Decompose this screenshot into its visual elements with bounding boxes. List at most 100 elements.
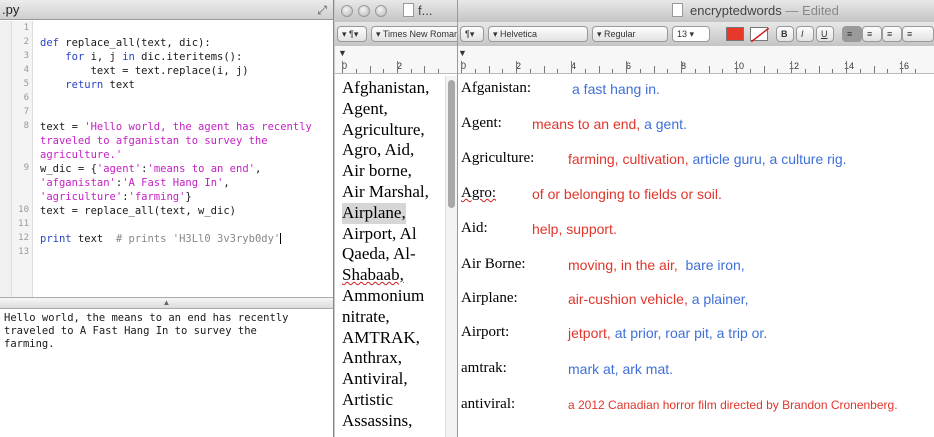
line-number: 7 bbox=[23, 107, 29, 117]
entry-term: Agro: bbox=[461, 185, 496, 201]
encrypted-format-bar: ¶▾ ▾ Helvetica ▾ Regular 13 ▾ B I U ≡ ≡ … bbox=[458, 22, 934, 46]
entry-term: Afganistan: bbox=[461, 80, 531, 96]
pane-splitter[interactable]: ▲ bbox=[0, 297, 333, 309]
document-icon bbox=[403, 3, 414, 17]
word-line: Artistic bbox=[342, 389, 393, 409]
word-line: Qaeda, Al- bbox=[342, 244, 416, 264]
entry-term: Agriculture: bbox=[461, 150, 535, 166]
line-number: 5 bbox=[23, 79, 29, 89]
entry-definition: means to an end, a gent. bbox=[532, 116, 687, 132]
font-size-field[interactable]: 13 ▾ bbox=[672, 26, 710, 42]
entry-definition: farming, cultivation, article guru, a cu… bbox=[568, 151, 847, 167]
wordlist-title: f... bbox=[418, 3, 433, 18]
entry-definition: moving, in the air, bare iron, bbox=[568, 257, 745, 273]
edited-status: Edited bbox=[802, 3, 839, 18]
wordlist-ruler[interactable]: ▼ 0 2 bbox=[335, 46, 457, 74]
wordlist-format-bar: ▾ ¶▾ ▾ Times New Roman bbox=[335, 22, 458, 46]
minimize-button[interactable] bbox=[358, 5, 370, 17]
word-line: nitrate, bbox=[342, 306, 390, 326]
line-number: 4 bbox=[23, 65, 29, 75]
font-size-value: 13 bbox=[677, 29, 688, 39]
output-console[interactable]: Hello world, the means to an end has rec… bbox=[4, 312, 324, 351]
zoom-button[interactable] bbox=[375, 5, 387, 17]
code-line: text = replace_all(text, w_dic) bbox=[40, 205, 236, 217]
align-left-button[interactable]: ≡ bbox=[842, 26, 862, 42]
line-number: 8 bbox=[23, 121, 29, 131]
word-line: Air borne, bbox=[342, 161, 412, 181]
code-line: for i, j in dic.iteritems(): bbox=[65, 51, 243, 63]
code-line: w_dic = {'agent':'means to an end', bbox=[40, 163, 262, 175]
code-line: return text bbox=[65, 79, 135, 91]
font-family-popup[interactable]: ▾ Helvetica bbox=[488, 26, 588, 42]
align-center-button[interactable]: ≡ bbox=[862, 26, 882, 42]
entry-definition: air-cushion vehicle, a plainer, bbox=[568, 291, 749, 307]
font-family-label: Times New Roman bbox=[382, 29, 458, 39]
document-icon bbox=[672, 3, 683, 17]
code-line: 'afganistan':'A Fast Hang In', bbox=[40, 177, 230, 189]
word-line: Afghanistan, bbox=[342, 78, 430, 97]
wordlist-scrollbar[interactable] bbox=[445, 76, 457, 437]
style-popup[interactable]: ¶▾ bbox=[460, 26, 484, 42]
code-line: 'agriculture':'farming'} bbox=[40, 191, 192, 203]
entry-definition: of or belonging to fields or soil. bbox=[532, 186, 722, 202]
wordlist-titlebar[interactable]: f... bbox=[335, 0, 457, 22]
editor-titlebar[interactable]: .py ⤢ bbox=[0, 0, 333, 20]
entry-term: Airport: bbox=[461, 324, 510, 340]
align-right-button[interactable]: ≡ bbox=[882, 26, 902, 42]
word-line: AMTRAK, bbox=[342, 327, 420, 347]
encrypted-titlebar[interactable]: encryptedwords — Edited bbox=[458, 0, 934, 22]
line-number: 2 bbox=[23, 37, 29, 47]
textedit-wordlist-window: f... ▾ ¶▾ ▾ Times New Roman ▼ 0 2 Afghan… bbox=[335, 0, 458, 437]
bold-button[interactable]: B bbox=[776, 26, 794, 42]
line-number: 6 bbox=[23, 93, 29, 103]
tab-marker-icon[interactable]: ▼ bbox=[338, 48, 347, 58]
text-cursor bbox=[280, 233, 282, 244]
line-number: 3 bbox=[23, 51, 29, 61]
code-line: traveled to afganistan to survey the bbox=[40, 135, 268, 147]
code-line: text = 'Hello world, the agent has recen… bbox=[40, 121, 312, 133]
font-style-popup[interactable]: ▾ Regular bbox=[592, 26, 668, 42]
entry-term: amtrak: bbox=[461, 360, 507, 376]
code-editor-window: .py ⤢ 1 2 3 4 5 6 7 8 9 10 11 12 13 def … bbox=[0, 0, 334, 437]
word-line: Shabaab, bbox=[342, 265, 404, 285]
underline-button[interactable]: U bbox=[816, 26, 834, 42]
line-number: 10 bbox=[18, 205, 29, 215]
scrollbar-thumb[interactable] bbox=[448, 80, 455, 208]
entry-term: antiviral: bbox=[461, 396, 516, 412]
tab-marker-icon[interactable]: ▼ bbox=[458, 48, 467, 58]
code-line: def replace_all(text, dic): bbox=[40, 37, 211, 49]
text-color-swatch[interactable] bbox=[726, 27, 744, 41]
no-color-slash-icon bbox=[750, 27, 770, 43]
style-popup[interactable]: ▾ ¶▾ bbox=[337, 26, 367, 42]
background-color-swatch[interactable] bbox=[750, 27, 770, 43]
justify-button[interactable]: ≡ bbox=[902, 26, 934, 42]
entry-term: Air Borne: bbox=[461, 256, 526, 272]
entry-definition: help, support. bbox=[532, 221, 617, 237]
font-family-label: Helvetica bbox=[500, 29, 538, 39]
entry-definition: a fast hang in. bbox=[572, 81, 660, 97]
word-line: Assassins, bbox=[342, 410, 413, 430]
code-area[interactable]: 1 2 3 4 5 6 7 8 9 10 11 12 13 def replac… bbox=[0, 21, 333, 297]
splitter-handle-icon[interactable]: ▲ bbox=[163, 298, 171, 307]
entry-term: Airplane: bbox=[461, 290, 518, 306]
encrypted-ruler[interactable]: ▼ 0 2 4 6 8 10 12 14 16 bbox=[458, 46, 934, 74]
word-line: Agriculture, bbox=[342, 119, 425, 139]
word-line: Airport, Al bbox=[342, 223, 417, 243]
close-button[interactable] bbox=[341, 5, 353, 17]
word-line: Agent, bbox=[342, 98, 388, 118]
encrypted-title: encryptedwords — Edited bbox=[690, 3, 839, 18]
line-number: 12 bbox=[18, 233, 29, 243]
fullscreen-icon[interactable]: ⤢ bbox=[317, 3, 327, 18]
editor-left-track bbox=[0, 21, 12, 297]
wordlist-text[interactable]: Afghanistan, Agent, Agriculture, Agro, A… bbox=[342, 78, 442, 432]
word-line: Airplane, bbox=[342, 202, 406, 224]
italic-button[interactable]: I bbox=[796, 26, 814, 42]
entry-term: Aid: bbox=[461, 220, 488, 236]
word-line: Anthrax, bbox=[342, 348, 402, 368]
word-line: Antiviral, bbox=[342, 369, 408, 389]
font-style-label: Regular bbox=[604, 29, 636, 39]
code-line: text = text.replace(i, j) bbox=[40, 65, 249, 77]
entry-definition: jetport, at prior, roar pit, a trip or. bbox=[568, 325, 768, 341]
line-number: 9 bbox=[23, 163, 29, 173]
font-family-popup[interactable]: ▾ Times New Roman bbox=[371, 26, 458, 42]
